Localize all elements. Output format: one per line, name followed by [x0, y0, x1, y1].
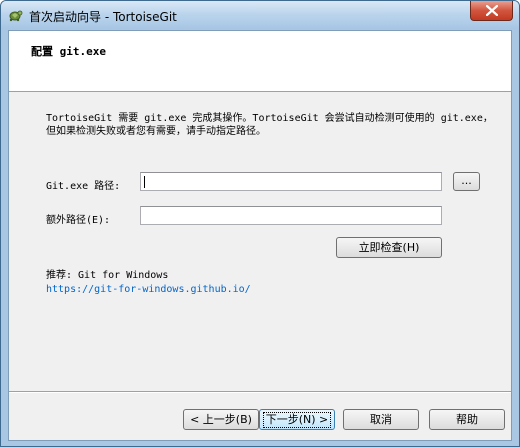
cancel-button-label: 取消	[370, 413, 392, 426]
wizard-window: 首次启动向导 - TortoiseGit 配置 git.exe Tortoise…	[0, 0, 520, 447]
description-text: TortoiseGit 需要 git.exe 完成其操作。TortoiseGit…	[46, 113, 493, 137]
help-button[interactable]: 帮助	[429, 409, 505, 430]
extra-path-label: 额外路径(E):	[46, 215, 111, 226]
git-for-windows-link[interactable]: https://git-for-windows.github.io/	[46, 284, 251, 295]
tortoisegit-icon	[7, 7, 23, 23]
cancel-button[interactable]: 取消	[343, 409, 419, 430]
help-button-label: 帮助	[456, 413, 478, 426]
next-button-label: 下一步(N) >	[262, 412, 332, 428]
recommendation-label: 推荐: Git for Windows	[46, 270, 169, 281]
page-title: 配置 git.exe	[31, 45, 106, 58]
extra-path-input[interactable]	[140, 206, 442, 225]
back-button-label: < 上一步(B)	[190, 413, 252, 426]
git-path-input[interactable]	[140, 172, 442, 191]
back-button[interactable]: < 上一步(B)	[183, 409, 259, 430]
window-title: 首次启动向导 - TortoiseGit	[29, 10, 177, 24]
check-now-button[interactable]: 立即检查(H)	[336, 237, 442, 258]
page-header: 配置 git.exe	[9, 31, 511, 92]
next-button[interactable]: 下一步(N) >	[259, 409, 335, 430]
title-bar[interactable]: 首次启动向导 - TortoiseGit	[1, 1, 519, 29]
footer-separator	[9, 391, 511, 393]
git-path-label: Git.exe 路径:	[46, 181, 121, 192]
text-caret	[144, 176, 145, 188]
close-button[interactable]	[470, 1, 513, 21]
close-icon	[486, 5, 498, 16]
wizard-page: 配置 git.exe TortoiseGit 需要 git.exe 完成其操作。…	[8, 30, 512, 441]
browse-button[interactable]: ...	[453, 172, 480, 191]
